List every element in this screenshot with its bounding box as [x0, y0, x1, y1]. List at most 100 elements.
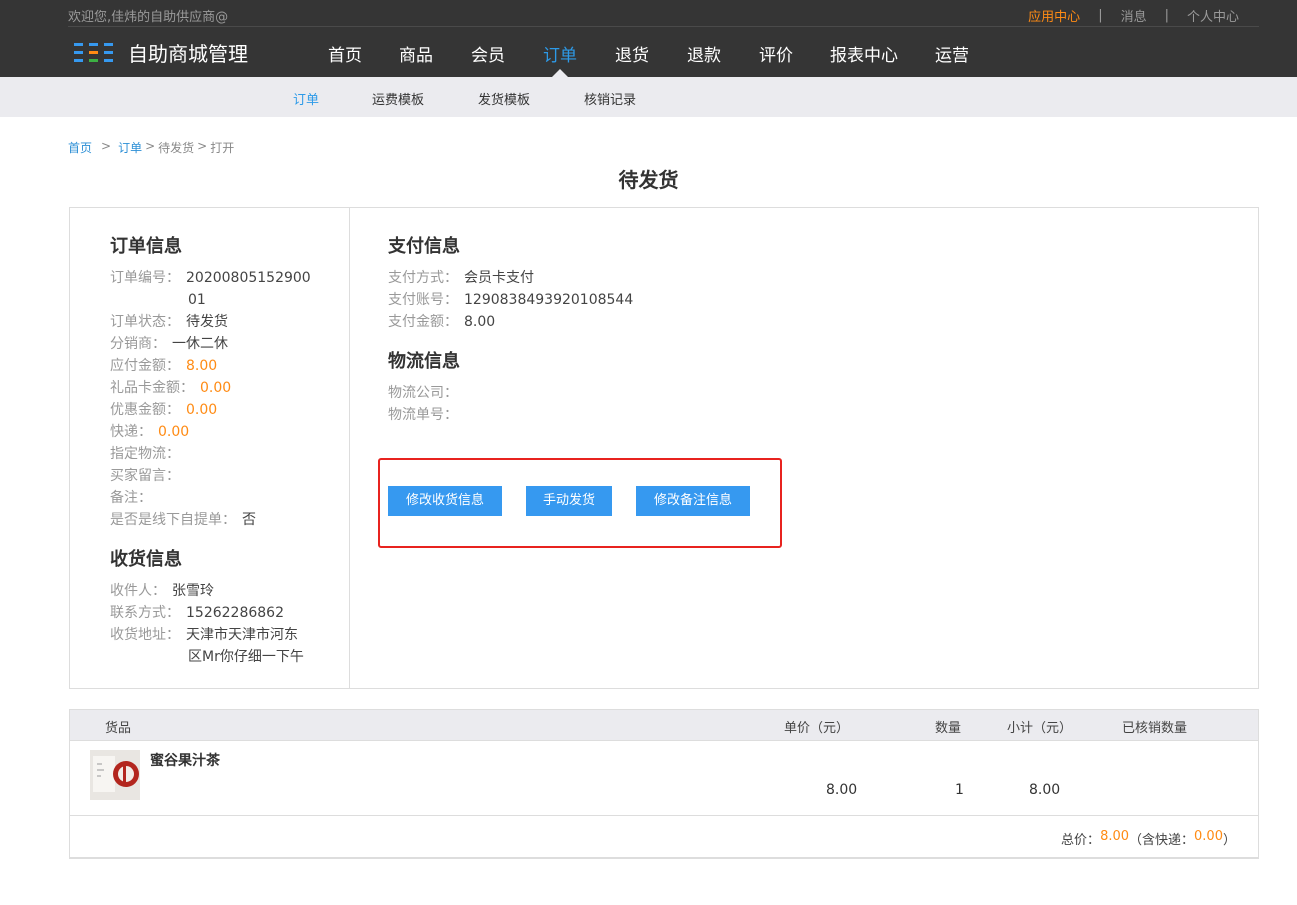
logo-grid-icon — [74, 41, 114, 65]
product-thumbnail[interactable] — [90, 750, 140, 800]
breadcrumb-pending: 待发货 — [158, 141, 195, 155]
total-express-close: ） — [1222, 833, 1236, 848]
tracking-number-label: 物流单号： — [388, 407, 458, 423]
product-name[interactable]: 蜜谷果汁茶 — [150, 750, 220, 770]
receiver-name-label: 收件人： — [110, 583, 166, 599]
nav-item-products[interactable]: 商品 — [380, 30, 452, 77]
receiver-info-title: 收货信息 — [110, 549, 182, 570]
receiver-phone-label: 联系方式： — [110, 605, 180, 621]
order-no-field-cont: 01 — [188, 289, 206, 311]
app-center-link[interactable]: 应用中心 — [1028, 6, 1080, 25]
remark-label: 备注： — [110, 490, 152, 506]
personal-center-link[interactable]: 个人中心 — [1187, 6, 1239, 25]
subnav-item-verification-records[interactable]: 核销记录 — [584, 89, 636, 108]
payment-method-label: 支付方式： — [388, 270, 458, 286]
receiver-address-field: 收货地址： 天津市天津市河东 — [110, 624, 298, 646]
total-express-value: 0.00 — [1194, 829, 1223, 844]
breadcrumb-orders[interactable]: 订单 — [118, 139, 142, 156]
order-no-value-cont: 01 — [188, 292, 206, 308]
nav-item-members[interactable]: 会员 — [452, 30, 524, 77]
express-field: 快递： 0.00 — [110, 421, 189, 443]
receiver-address-value: 天津市天津市河东 — [186, 627, 298, 643]
logistics-label: 指定物流： — [110, 446, 180, 462]
total-label: 总价： — [1061, 833, 1101, 848]
order-no-field: 订单编号： 20200805152900 — [110, 267, 311, 289]
app-logo[interactable]: 自助商城管理 — [74, 38, 248, 67]
order-no-value: 20200805152900 — [186, 270, 311, 286]
payment-account-label: 支付账号： — [388, 292, 458, 308]
nav-item-operations[interactable]: 运营 — [916, 30, 988, 77]
payment-account-field: 支付账号： 1290838493920108544 — [388, 289, 633, 311]
logistics-company-field: 物流公司： — [388, 382, 458, 404]
payment-amount-value: 8.00 — [464, 314, 496, 330]
payment-amount-label: 支付金额： — [388, 314, 458, 330]
subnav-item-shipping-template[interactable]: 发货模板 — [478, 89, 530, 108]
top-links: 应用中心 | 消息 | 个人中心 — [1028, 6, 1239, 25]
order-status-label: 订单状态： — [110, 314, 180, 330]
breadcrumb-home[interactable]: 首页 — [68, 139, 92, 156]
app-title: 自助商城管理 — [128, 42, 248, 66]
payable-value: 8.00 — [186, 358, 218, 374]
offline-pickup-field: 是否是线下自提单： 否 — [110, 509, 256, 531]
header-divider — [68, 26, 1259, 27]
subnav-item-freight-template[interactable]: 运费模板 — [372, 89, 424, 108]
receiver-address-field-cont: 区Mr你仔细一下午 — [188, 646, 304, 668]
distributor-label: 分销商： — [110, 336, 166, 352]
giftcard-value: 0.00 — [200, 380, 232, 396]
offline-pickup-label: 是否是线下自提单： — [110, 512, 236, 528]
welcome-text: 欢迎您,佳炜的自助供应商@ — [68, 10, 229, 25]
order-status-value: 待发货 — [186, 314, 228, 330]
top-link-separator: | — [1098, 8, 1103, 23]
payment-account-value: 1290838493920108544 — [464, 292, 634, 308]
total-value: 8.00 — [1100, 829, 1130, 844]
receiver-phone-field: 联系方式： 15262286862 — [110, 602, 284, 624]
discount-field: 优惠金额： 0.00 — [110, 399, 217, 421]
product-image-icon — [90, 750, 140, 800]
buyer-message-field: 买家留言： — [110, 465, 180, 487]
breadcrumb-separator: > — [101, 139, 112, 153]
payment-method-field: 支付方式： 会员卡支付 — [388, 267, 534, 289]
payment-method-value: 会员卡支付 — [464, 270, 534, 286]
receiver-address-value-cont: 区Mr你仔细一下午 — [188, 649, 304, 665]
product-unit-price: 8.00 — [826, 782, 858, 798]
distributor-value: 一休二休 — [172, 336, 228, 352]
receiver-name-value: 张雪玲 — [172, 583, 214, 599]
total-express-open: （含快递： — [1129, 833, 1195, 848]
tracking-number-field: 物流单号： — [388, 404, 458, 426]
header-verified-qty: 已核销数量 — [1122, 721, 1188, 736]
nav-item-reviews[interactable]: 评价 — [740, 30, 812, 77]
page-title: 待发货 — [618, 168, 679, 192]
order-info-title: 订单信息 — [110, 236, 182, 257]
edit-remark-button[interactable]: 修改备注信息 — [636, 486, 750, 516]
nav-item-orders[interactable]: 订单 — [524, 30, 596, 77]
active-caret-icon — [552, 69, 568, 77]
giftcard-label: 礼品卡金额： — [110, 380, 194, 396]
messages-link[interactable]: 消息 — [1121, 6, 1147, 25]
breadcrumb-separator: > — [145, 139, 156, 153]
logistics-company-label: 物流公司： — [388, 385, 458, 401]
nav-item-refunds[interactable]: 退款 — [668, 30, 740, 77]
order-total: 总价： 8.00 （含快递： 0.00 ） — [1061, 829, 1236, 848]
breadcrumb-open: 打开 — [210, 141, 235, 155]
goods-divider — [70, 815, 1258, 816]
subnav-item-orders[interactable]: 订单 — [293, 89, 319, 108]
nav-item-returns[interactable]: 退货 — [596, 30, 668, 77]
payment-info-title: 支付信息 — [388, 236, 460, 257]
nav-item-reports[interactable]: 报表中心 — [812, 30, 916, 77]
nav-item-home[interactable]: 首页 — [310, 30, 380, 77]
header-goods: 货品 — [105, 721, 132, 736]
product-subtotal: 8.00 — [1029, 782, 1061, 798]
discount-label: 优惠金额： — [110, 402, 180, 418]
breadcrumb: 首页 > 订单 > 待发货 > 打开 — [68, 139, 234, 156]
distributor-field: 分销商： 一休二休 — [110, 333, 228, 355]
logistics-info-title: 物流信息 — [388, 351, 460, 372]
edit-receiver-button[interactable]: 修改收货信息 — [388, 486, 502, 516]
order-status-field: 订单状态： 待发货 — [110, 311, 228, 333]
manual-ship-button[interactable]: 手动发货 — [526, 486, 612, 516]
offline-pickup-value: 否 — [242, 512, 256, 528]
express-value: 0.00 — [158, 424, 190, 440]
header-subtotal: 小计（元） — [1007, 721, 1073, 736]
receiver-name-field: 收件人： 张雪玲 — [110, 580, 214, 602]
logistics-field: 指定物流： — [110, 443, 180, 465]
top-header: 欢迎您,佳炜的自助供应商@ 应用中心 | 消息 | 个人中心 自助商城管理 首页… — [0, 0, 1297, 77]
